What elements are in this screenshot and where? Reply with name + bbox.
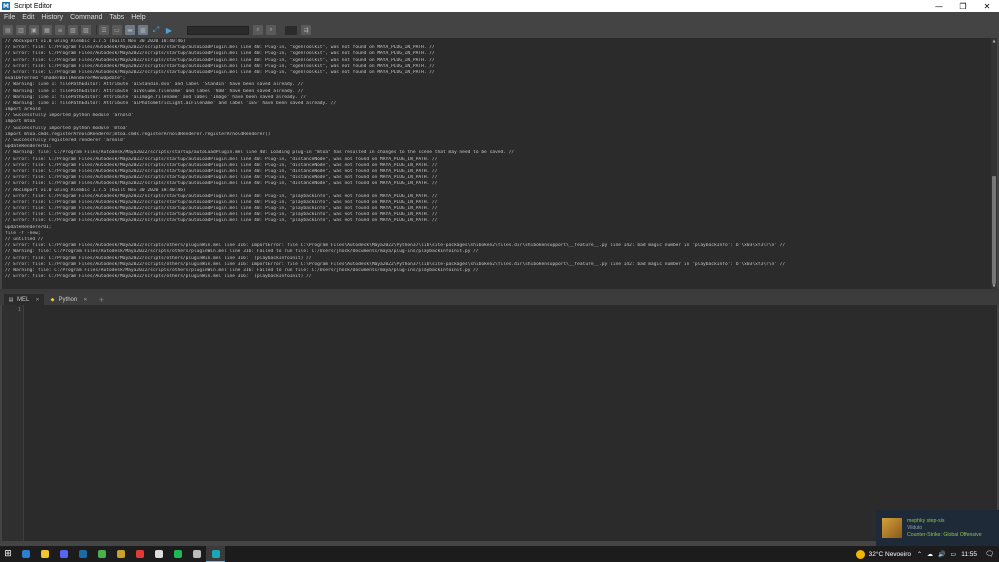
- tab-python-label: Python: [58, 296, 78, 303]
- line-number-field[interactable]: [285, 25, 297, 35]
- tab-mel-label: MEL: [17, 296, 30, 303]
- mel-icon: ▤: [8, 296, 14, 303]
- scrollbar-thumb[interactable]: [992, 176, 996, 284]
- output-line: // Error: file: C:/Program Files/Autodes…: [5, 274, 312, 280]
- menu-help[interactable]: Help: [131, 14, 145, 21]
- show-input-icon[interactable]: ▬: [125, 25, 135, 35]
- maya-app-icon: M: [2, 2, 10, 10]
- volume-icon[interactable]: 🔊: [938, 551, 945, 558]
- taskbar-app-8[interactable]: [149, 546, 168, 562]
- steam-notification[interactable]: mephky step-sis Vilduto Counter-Strike: …: [876, 510, 999, 546]
- tray-overflow-icon[interactable]: ⌃: [917, 551, 922, 558]
- output-scrollbar[interactable]: ▲ ▼: [991, 38, 997, 289]
- weather-text[interactable]: 32°C Nevoeiro: [869, 551, 911, 558]
- clock[interactable]: 11:55: [961, 551, 977, 558]
- window-title: Script Editor: [14, 2, 53, 10]
- taskbar-spotify-app[interactable]: [168, 546, 187, 562]
- notification-status: Vilduto: [907, 525, 923, 531]
- taskbar-search-app-icon: [21, 550, 30, 558]
- toolbar-separator: [96, 25, 97, 35]
- keyboard-icon[interactable]: ▭: [951, 551, 957, 558]
- menu-tabs[interactable]: Tabs: [109, 14, 124, 21]
- show-history-icon[interactable]: ▭: [112, 25, 122, 35]
- taskbar-explorer-app-icon: [40, 550, 49, 558]
- scroll-up-icon[interactable]: ▲: [991, 38, 997, 44]
- script-input-editor[interactable]: 1: [2, 305, 997, 541]
- weather-icon[interactable]: [855, 549, 865, 559]
- source-script-icon[interactable]: ▥: [16, 25, 26, 35]
- taskbar-explorer-app[interactable]: [35, 546, 54, 562]
- open-script-icon[interactable]: ▤: [3, 25, 13, 35]
- clear-history-icon[interactable]: ▧: [68, 25, 78, 35]
- save-selected-icon[interactable]: ▦: [42, 25, 52, 35]
- script-output-history[interactable]: // AbcExport v1.0 using Alembic 1.7.5 (b…: [2, 38, 991, 289]
- menu-bar: File Edit History Command Tabs Help: [0, 12, 999, 23]
- taskbar: ⊞ 32°C Nevoeiro ⌃ ☁ 🔊 ▭ 11:55 🗨: [0, 546, 999, 562]
- menu-command[interactable]: Command: [70, 14, 102, 21]
- tab-python[interactable]: ◆ Python ✕: [46, 294, 92, 305]
- line-number-gutter: 1: [2, 305, 24, 541]
- minimize-button[interactable]: —: [927, 0, 951, 12]
- taskbar-maya-app[interactable]: [206, 546, 225, 562]
- search-prev-icon[interactable]: ⌕: [266, 25, 276, 35]
- taskbar-app-6-icon: [116, 550, 125, 558]
- title-bar: M Script Editor — ❐ ✕: [0, 0, 999, 12]
- execute-icon[interactable]: ⤢: [151, 25, 161, 35]
- taskbar-apps: [16, 546, 225, 562]
- tab-mel[interactable]: ▤ MEL ✕: [4, 294, 44, 305]
- clear-all-icon[interactable]: ☰: [99, 25, 109, 35]
- taskbar-search-app[interactable]: [16, 546, 35, 562]
- taskbar-discord-app[interactable]: [54, 546, 73, 562]
- tab-python-close-icon[interactable]: ✕: [83, 297, 87, 303]
- system-tray: 32°C Nevoeiro ⌃ ☁ 🔊 ▭ 11:55 🗨: [855, 546, 999, 562]
- notification-center-icon[interactable]: 🗨: [985, 550, 995, 558]
- show-both-icon[interactable]: ▩: [138, 25, 148, 35]
- search-input[interactable]: [187, 25, 249, 35]
- execute-all-icon[interactable]: ▶: [164, 25, 174, 35]
- line-number: 1: [17, 307, 21, 313]
- toolbar: ▤ ▥ ▣ ▦ ≡ ▧ ▨ ☰ ▭ ▬ ▩ ⤢ ▶ ⌕ ⌕ ⇶: [0, 23, 999, 37]
- taskbar-chrome-app-icon: [97, 550, 106, 558]
- taskbar-maya-app-icon: [211, 549, 220, 558]
- taskbar-spotify-app-icon: [173, 550, 182, 558]
- tab-mel-close-icon[interactable]: ✕: [35, 297, 39, 303]
- menu-file[interactable]: File: [4, 14, 15, 21]
- taskbar-opera-app-icon: [135, 550, 144, 558]
- clear-input-icon[interactable]: ▨: [81, 25, 91, 35]
- close-button[interactable]: ✕: [975, 0, 999, 12]
- network-icon[interactable]: ☁: [927, 551, 933, 558]
- taskbar-app-10-icon: [192, 550, 201, 558]
- python-icon: ◆: [50, 296, 55, 303]
- echo-all-icon[interactable]: ≡: [55, 25, 65, 35]
- taskbar-discord-app-icon: [59, 550, 68, 558]
- menu-edit[interactable]: Edit: [22, 14, 34, 21]
- windows-start-icon[interactable]: ⊞: [0, 546, 16, 562]
- save-script-icon[interactable]: ▣: [29, 25, 39, 35]
- search-next-icon[interactable]: ⌕: [253, 25, 263, 35]
- taskbar-app-8-icon: [154, 550, 163, 558]
- script-tabs: ▤ MEL ✕ ◆ Python ✕ +: [0, 293, 999, 305]
- taskbar-chrome-app[interactable]: [92, 546, 111, 562]
- taskbar-steam-app-icon: [78, 550, 87, 558]
- taskbar-app-6[interactable]: [111, 546, 130, 562]
- goto-line-icon[interactable]: ⇶: [301, 25, 311, 35]
- avatar: [882, 518, 902, 538]
- taskbar-steam-app[interactable]: [73, 546, 92, 562]
- maximize-button[interactable]: ❐: [951, 0, 975, 12]
- taskbar-opera-app[interactable]: [130, 546, 149, 562]
- notification-game: Counter-Strike: Global Offensive: [907, 532, 982, 538]
- add-tab-button[interactable]: +: [98, 294, 104, 305]
- window-controls: — ❐ ✕: [927, 0, 999, 12]
- taskbar-app-10[interactable]: [187, 546, 206, 562]
- menu-history[interactable]: History: [41, 14, 63, 21]
- notification-user: mephky step-sis: [907, 518, 945, 524]
